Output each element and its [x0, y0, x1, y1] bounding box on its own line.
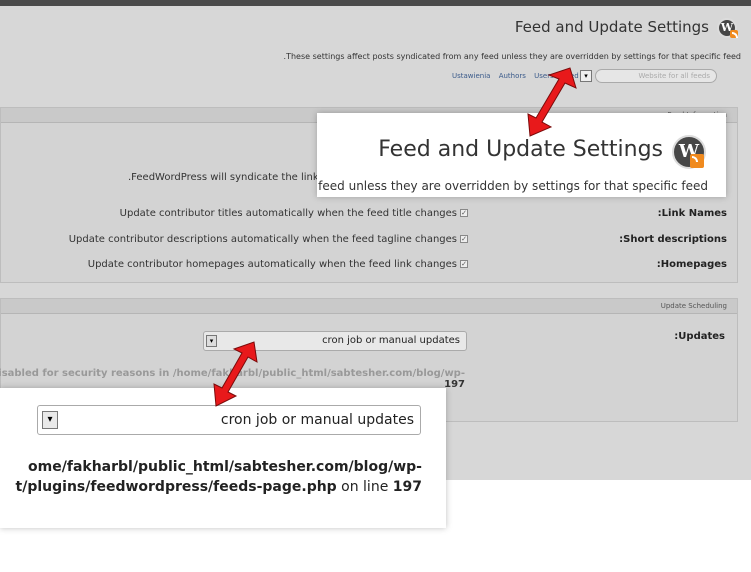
zoomed-select-value: cron job or manual updates — [220, 412, 414, 428]
homepages-label: :Homepages — [656, 259, 727, 270]
rss-icon — [690, 154, 704, 168]
error-line-number: 197 — [392, 479, 422, 495]
double-arrow-icon — [527, 67, 577, 137]
rss-icon — [730, 30, 738, 38]
zoom-callout-updates: ▾ cron job or manual updates ome/fakharb… — [0, 388, 446, 528]
error-message-line2: 197 — [444, 379, 465, 390]
error-path-line1: ome/fakharbl/public_html/sabtesher.com/b… — [28, 459, 422, 475]
error-path-file: t/plugins/feedwordpress/feeds-page.php — [15, 479, 337, 495]
dropdown-arrow-icon[interactable]: ▾ — [580, 70, 592, 82]
short-descriptions-label: :Short descriptions — [619, 234, 727, 245]
panel-header: Update Scheduling — [1, 299, 737, 314]
checkbox-icon[interactable]: ✓ — [460, 209, 468, 217]
updates-label: :Updates — [674, 331, 725, 342]
error-on-line-text: on line — [336, 479, 393, 495]
page-subtitle: .These settings affect posts syndicated … — [283, 52, 741, 61]
admin-top-bar — [0, 0, 751, 6]
short-descriptions-description: Update contributor descriptions automati… — [68, 234, 457, 245]
checkbox-icon[interactable]: ✓ — [460, 235, 468, 243]
link-names-label: :Link Names — [657, 208, 727, 219]
feed-intro-text: .FeedWordPress will syndicate the links … — [128, 172, 334, 183]
zoomed-subtitle: m any feed unless they are overridden by… — [317, 179, 708, 193]
double-arrow-icon — [213, 341, 258, 407]
homepages-description: Update contributor homepages automatical… — [87, 259, 457, 270]
annotated-screenshot: Feed and Update Settings W .These settin… — [0, 0, 751, 572]
page-title: Feed and Update Settings — [514, 18, 709, 36]
dropdown-arrow-icon: ▾ — [42, 411, 58, 429]
checkbox-icon[interactable]: ✓ — [460, 260, 468, 268]
updates-select-value: cron job or manual updates — [322, 335, 460, 346]
nav-link[interactable]: Ustawienia — [452, 72, 490, 80]
zoomed-updates-select[interactable]: ▾ cron job or manual updates — [37, 405, 421, 435]
zoomed-error-path: ome/fakharbl/public_html/sabtesher.com/b… — [0, 457, 422, 497]
link-names-description: Update contributor titles automatically … — [119, 208, 457, 219]
zoomed-page-title: Feed and Update Settings — [378, 137, 663, 162]
site-dropdown[interactable]: Website for all feeds — [595, 69, 717, 83]
